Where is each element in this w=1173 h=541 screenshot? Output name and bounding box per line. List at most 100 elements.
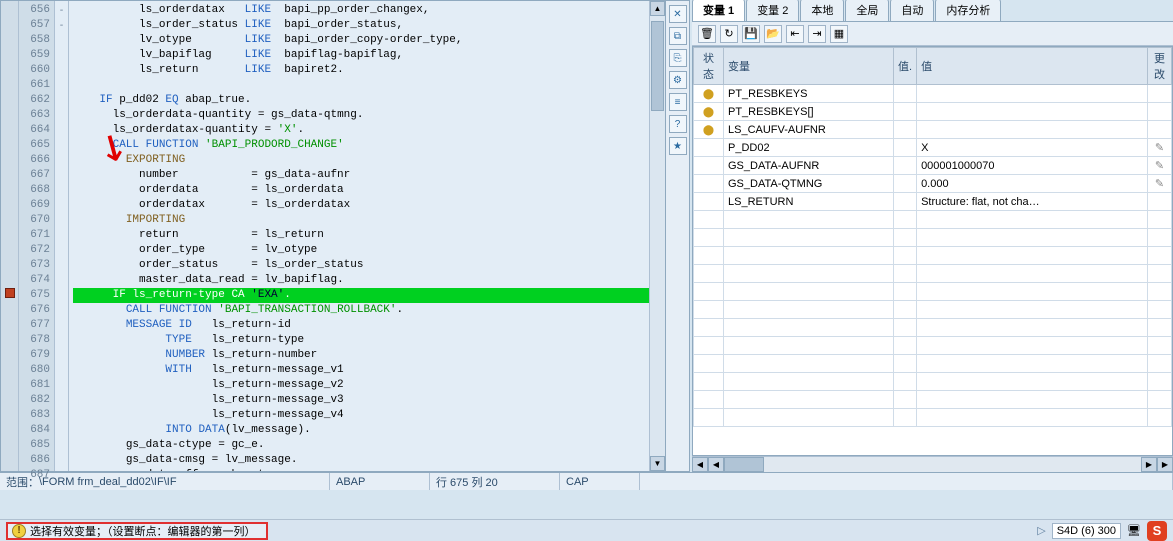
code-line[interactable]: WITH ls_return-message_v1 [73,363,649,378]
variable-row[interactable]: GS_DATA-QTMNG 0.000 ✎ [694,175,1172,193]
code-line[interactable]: INTO DATA(lv_message). [73,423,649,438]
code-line[interactable]: order_type = lv_otype [73,243,649,258]
delete-icon[interactable]: 🗑 [698,25,716,43]
code-line[interactable]: lv_otype LIKE bapi_order_copy-order_type… [73,33,649,48]
code-line[interactable]: EXPORTING [73,153,649,168]
variable-tab[interactable]: 自动 [890,0,934,21]
variable-value[interactable]: X [917,139,1148,157]
server-indicator: S4D (6) 300 [1052,523,1121,539]
code-line[interactable]: IF ls_return-type CA 'EXA'. [73,288,649,303]
bookmark-icon[interactable]: ★ [669,137,687,155]
code-line[interactable]: CALL FUNCTION 'BAPI_TRANSACTION_ROLLBACK… [73,303,649,318]
variable-row[interactable]: GS_DATA-AUFNR 000001000070 ✎ [694,157,1172,175]
variable-name[interactable]: PT_RESBKEYS [724,85,894,103]
help-icon[interactable]: ? [669,115,687,133]
settings-icon[interactable]: ⚙ [669,71,687,89]
scroll-up-button[interactable]: ▲ [650,1,665,16]
variable-tab[interactable]: 本地 [800,0,844,21]
h-scroll-left[interactable]: ◀ [692,457,708,472]
open-icon[interactable]: 📂 [764,25,782,43]
code-line[interactable]: orderdatax = ls_orderdatax [73,198,649,213]
variable-row[interactable]: LS_RETURN Structure: flat, not cha… [694,193,1172,211]
split-icon[interactable]: ⎘ [669,49,687,67]
nav-next-icon[interactable]: ⇥ [808,25,826,43]
code-line[interactable]: ls_return LIKE bapiret2. [73,63,649,78]
edit-icon[interactable]: ✎ [1155,160,1164,172]
edit-icon[interactable]: ✎ [1155,142,1164,154]
code-line[interactable]: ls_order_status LIKE bapi_order_status, [73,18,649,33]
code-line[interactable]: IF p_dd02 EQ abap_true. [73,93,649,108]
variable-tab[interactable]: 全局 [845,0,889,21]
code-line[interactable]: number = gs_data-aufnr [73,168,649,183]
variable-value[interactable] [917,103,1148,121]
h-scroll-thumb[interactable] [724,457,764,472]
scroll-down-button[interactable]: ▼ [650,456,665,471]
variable-name[interactable]: LS_CAUFV-AUFNR [724,121,894,139]
code-line[interactable]: gs_data-sffc = abap_true. [73,468,649,471]
breakpoint-gutter[interactable] [1,1,19,471]
code-line[interactable]: ls_return-message_v2 [73,378,649,393]
variable-value[interactable]: 000001000070 [917,157,1148,175]
variable-row[interactable]: ⬤LS_CAUFV-AUFNR [694,121,1172,139]
variable-name[interactable]: P_DD02 [724,139,894,157]
code-line[interactable]: ls_orderdatax-quantity = 'X'. [73,123,649,138]
copy-icon[interactable]: ⧉ [669,27,687,45]
code-line[interactable]: gs_data-cmsg = lv_message. [73,453,649,468]
h-scroll-right[interactable]: ▶ [1141,457,1157,472]
variable-value[interactable] [917,121,1148,139]
nav-prev-icon[interactable]: ⇤ [786,25,804,43]
code-line[interactable]: gs_data-ctype = gc_e. [73,438,649,453]
fold-gutter[interactable]: -- [55,1,69,471]
edit-icon[interactable]: ✎ [1155,178,1164,190]
code-line[interactable]: ls_orderdatax LIKE bapi_pp_order_changex… [73,3,649,18]
code-line[interactable]: CALL FUNCTION 'BAPI_PRODORD_CHANGE' [73,138,649,153]
nav-triangle-icon[interactable]: ▷ [1037,524,1045,537]
refresh-icon[interactable]: ↻ [720,25,738,43]
list-icon[interactable]: ≡ [669,93,687,111]
variable-tab[interactable]: 变量 2 [746,0,799,21]
table-icon[interactable]: ▦ [830,25,848,43]
code-line[interactable]: orderdata = ls_orderdata [73,183,649,198]
variable-row[interactable]: ⬤PT_RESBKEYS[] [694,103,1172,121]
col-header-variable[interactable]: 变量 [724,48,894,85]
variable-name[interactable]: GS_DATA-AUFNR [724,157,894,175]
h-scroll-right2[interactable]: ▶ [1157,457,1173,472]
variable-table: 状态 变量 值. 值 更改 ⬤ PT_RESBKEYS⬤PT_RESBKEYS[]… [692,46,1173,456]
code-line[interactable]: ls_orderdata-quantity = gs_data-qtmng. [73,108,649,123]
code-line[interactable] [73,78,649,93]
editor-vertical-scrollbar[interactable]: ▲ ▼ [649,1,665,471]
changed-icon: ⬤ [703,89,714,100]
code-line[interactable]: return = ls_return [73,228,649,243]
variable-name[interactable]: GS_DATA-QTMNG [724,175,894,193]
variable-row[interactable]: ⬤ PT_RESBKEYS [694,85,1172,103]
code-line[interactable]: ls_return-message_v3 [73,393,649,408]
save-icon[interactable]: 💾 [742,25,760,43]
variable-name[interactable]: PT_RESBKEYS[] [724,103,894,121]
code-line[interactable]: master_data_read = lv_bapiflag. [73,273,649,288]
code-line[interactable]: order_status = ls_order_status [73,258,649,273]
code-line[interactable]: TYPE ls_return-type [73,333,649,348]
variable-row[interactable]: P_DD02 X ✎ [694,139,1172,157]
col-header-value-icon[interactable]: 值. [894,48,917,85]
variable-tab[interactable]: 内存分析 [935,0,1001,21]
code-line[interactable]: lv_bapiflag LIKE bapiflag-bapiflag, [73,48,649,63]
ime-icon[interactable]: S [1147,521,1167,541]
variable-h-scrollbar[interactable]: ◀ ◀ ▶ ▶ [692,456,1173,472]
code-line[interactable]: NUMBER ls_return-number [73,348,649,363]
variable-name[interactable]: LS_RETURN [724,193,894,211]
variable-tab[interactable]: 变量 1 [692,0,745,21]
col-header-value[interactable]: 值 [917,48,1148,85]
code-area[interactable]: ↘ ls_orderdatax LIKE bapi_pp_order_chang… [69,1,649,471]
h-scroll-track[interactable] [724,457,1141,472]
h-scroll-left2[interactable]: ◀ [708,457,724,472]
scroll-thumb[interactable] [651,21,664,111]
col-header-edit[interactable]: 更改 [1148,48,1172,85]
close-icon[interactable]: ✕ [669,5,687,23]
variable-value[interactable]: 0.000 [917,175,1148,193]
variable-value[interactable] [917,85,1148,103]
variable-value[interactable]: Structure: flat, not cha… [917,193,1148,211]
code-line[interactable]: MESSAGE ID ls_return-id [73,318,649,333]
code-line[interactable]: IMPORTING [73,213,649,228]
col-header-status[interactable]: 状态 [694,48,724,85]
code-line[interactable]: ls_return-message_v4 [73,408,649,423]
